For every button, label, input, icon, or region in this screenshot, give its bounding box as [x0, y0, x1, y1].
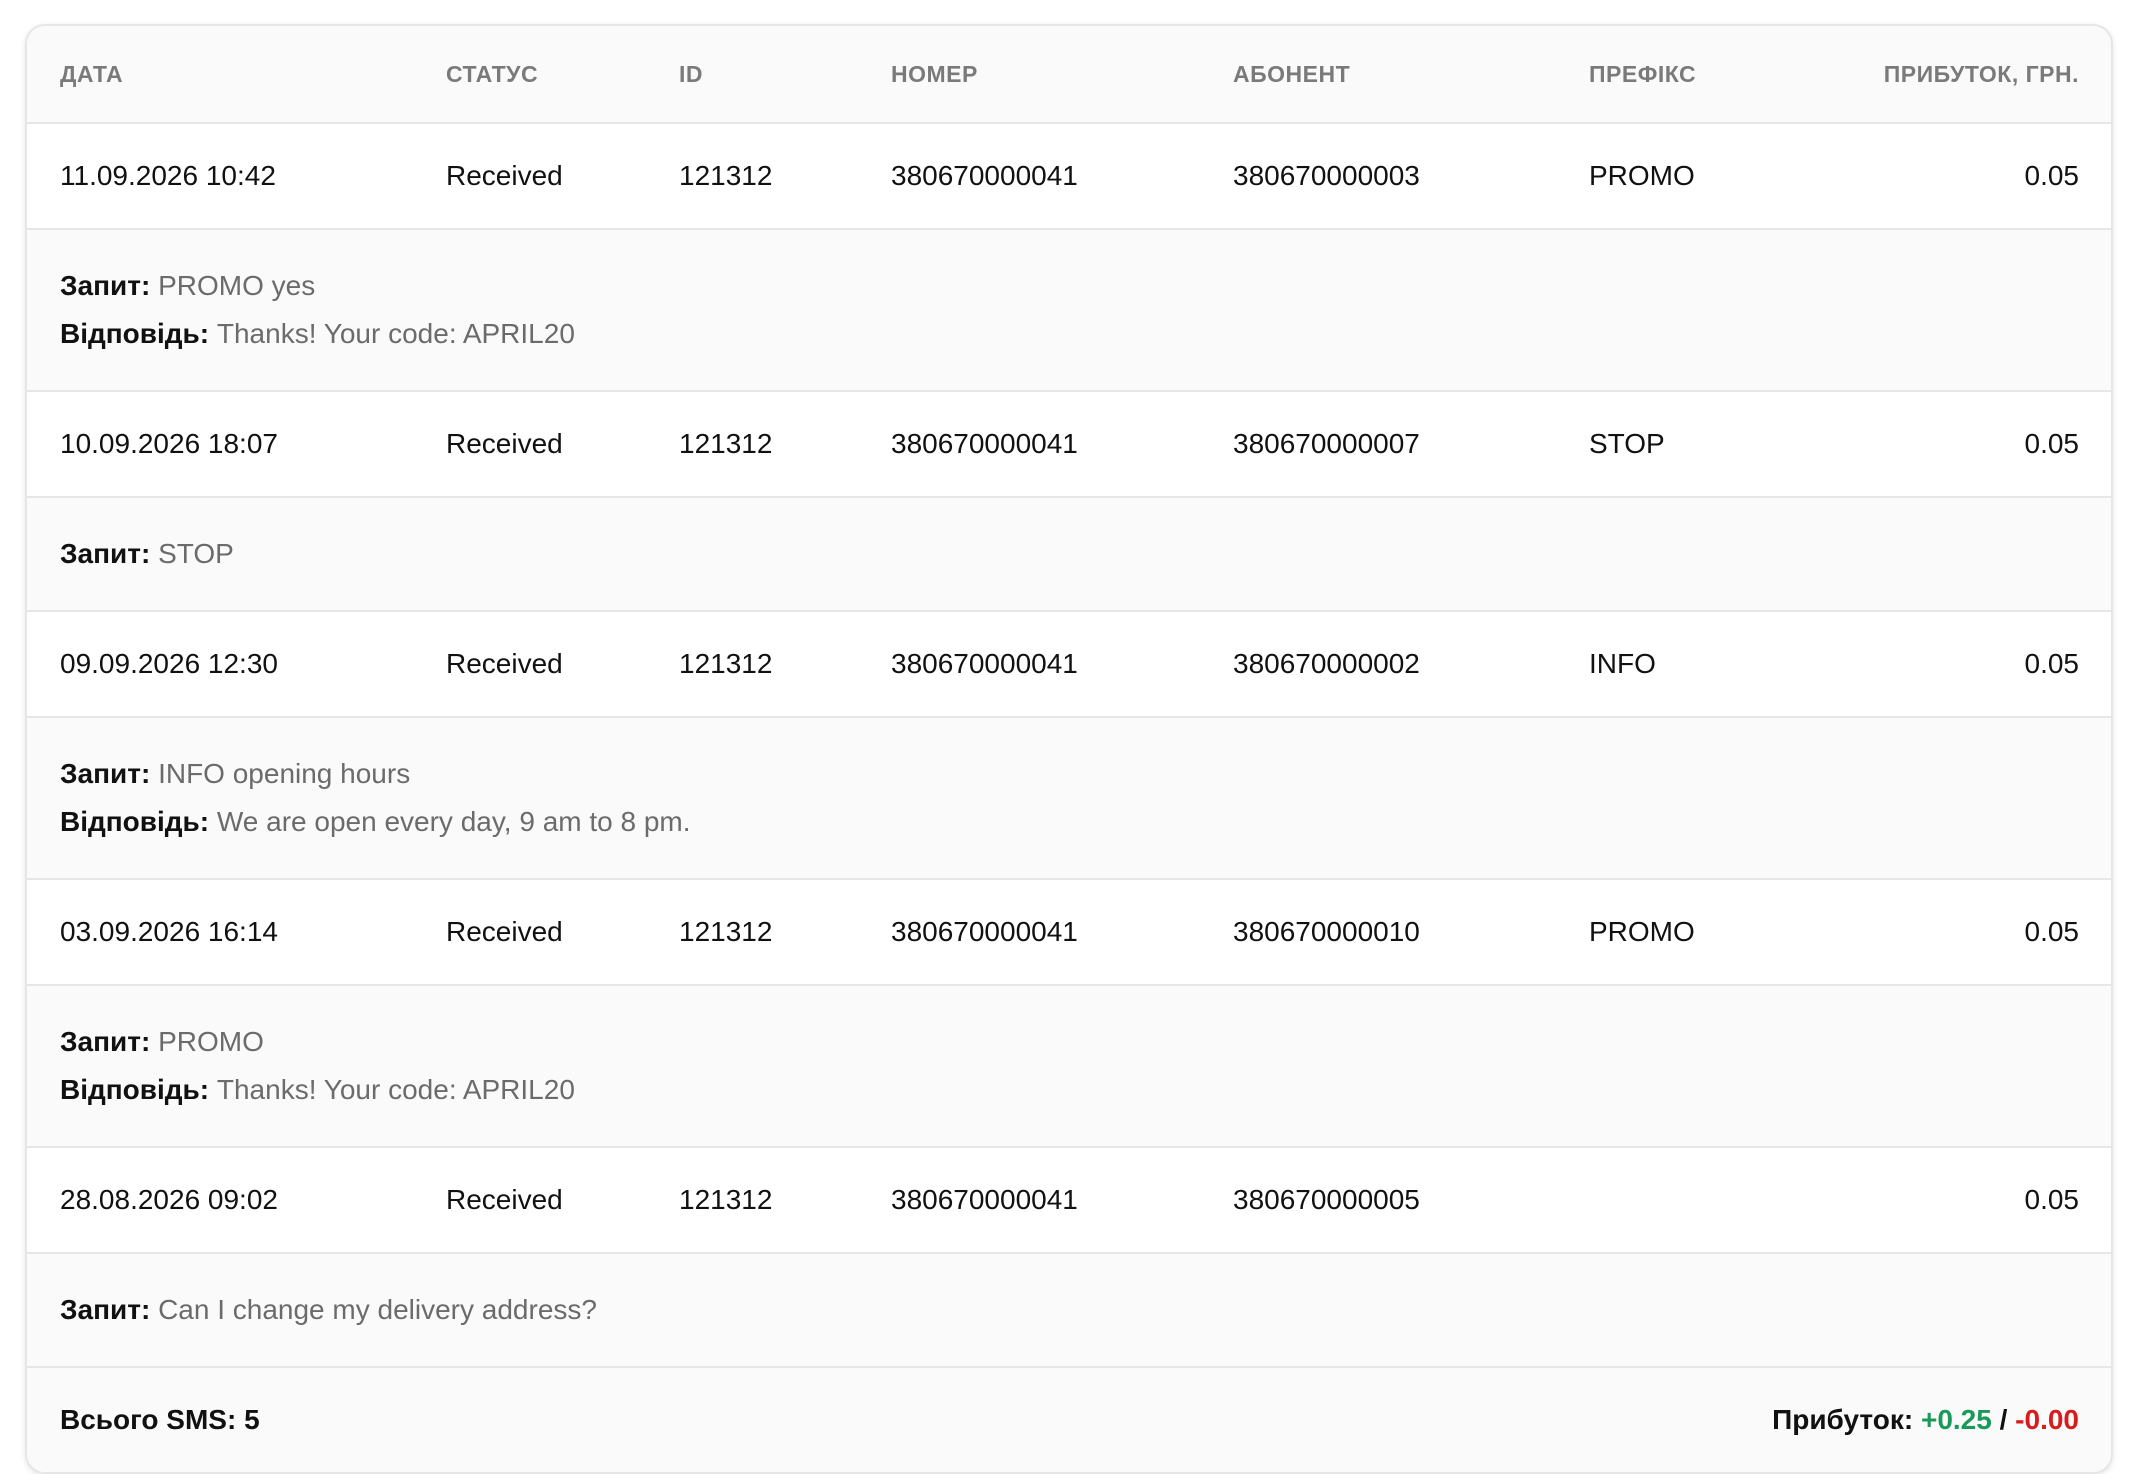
cell-status: Received	[446, 916, 563, 947]
cell-id: 121312	[679, 428, 773, 459]
cell-number: 380670000041	[891, 160, 1078, 191]
column-header-id[interactable]: ID	[679, 61, 891, 88]
response-line-label: Відповідь:	[60, 318, 210, 349]
cell-profit: 0.05	[2024, 1184, 2080, 1215]
table-row[interactable]: 11.09.2026 10:42 Received 121312 3806700000…	[27, 124, 2111, 230]
cell-number: 380670000041	[891, 428, 1078, 459]
request-line-text: PROMO yes	[158, 270, 316, 301]
message-details: Запит: PROMO yes Відповідь: Thanks! Your …	[27, 230, 2111, 392]
cell-subscriber: 380670000002	[1233, 648, 1420, 679]
cell-date: 11.09.2026 10:42	[60, 160, 276, 191]
table-footer: Всього SMS: 5 Прибуток: +0.25 / -0.00	[27, 1368, 2111, 1472]
sms-history-table: ДАТА СТАТУС ID НОМЕР АБОНЕНТ ПРЕФІКС ПРИ…	[25, 24, 2113, 1474]
request-line-label: Запит:	[60, 758, 151, 789]
profit-positive: +0.25	[1920, 1404, 1992, 1435]
request-line-label: Запит:	[60, 538, 151, 569]
cell-number: 380670000041	[891, 916, 1078, 947]
request-line: Запит: PROMO	[60, 1018, 2078, 1066]
cell-status: Received	[446, 160, 563, 191]
request-line-label: Запит:	[60, 1294, 151, 1325]
cell-subscriber: 380670000010	[1233, 916, 1420, 947]
cell-prefix: PROMO	[1589, 160, 1695, 191]
total-sms-count: Всього SMS: 5	[60, 1404, 260, 1435]
profit-separator: /	[1999, 1404, 2008, 1435]
profit-summary: Прибуток: +0.25 / -0.00	[1772, 1404, 2079, 1436]
profit-negative: -0.00	[2015, 1404, 2079, 1435]
response-line-text: Thanks! Your code: APRIL20	[216, 1074, 575, 1105]
cell-number: 380670000041	[891, 648, 1078, 679]
response-line: Відповідь: Thanks! Your code: APRIL20	[60, 310, 2078, 358]
response-line-label: Відповідь:	[60, 806, 210, 837]
request-line-label: Запит:	[60, 1026, 151, 1057]
column-header-subscriber[interactable]: АБОНЕНТ	[1233, 61, 1589, 88]
response-line: Відповідь: We are open every day, 9 am t…	[60, 798, 2078, 846]
cell-date: 09.09.2026 12:30	[60, 648, 278, 679]
table-row[interactable]: 09.09.2026 12:30 Received 121312 3806700000…	[27, 612, 2111, 718]
request-line-text: STOP	[158, 538, 234, 569]
cell-prefix: STOP	[1589, 428, 1665, 459]
cell-subscriber: 380670000007	[1233, 428, 1420, 459]
response-line-label: Відповідь:	[60, 1074, 210, 1105]
request-line-text: PROMO	[158, 1026, 264, 1057]
request-line: Запит: STOP	[60, 530, 2078, 578]
column-header-number[interactable]: НОМЕР	[891, 61, 1233, 88]
request-line-text: Can I change my delivery address?	[158, 1294, 597, 1325]
column-header-profit[interactable]: ПРИБУТОК, ГРН.	[1849, 61, 2111, 88]
column-header-date[interactable]: ДАТА	[27, 61, 446, 88]
table-row[interactable]: 10.09.2026 18:07 Received 121312 3806700000…	[27, 392, 2111, 498]
cell-date: 28.08.2026 09:02	[60, 1184, 278, 1215]
cell-id: 121312	[679, 1184, 773, 1215]
request-line: Запит: Can I change my delivery address?	[60, 1286, 2078, 1334]
cell-status: Received	[446, 428, 563, 459]
request-line: Запит: INFO opening hours	[60, 750, 2078, 798]
cell-profit: 0.05	[2024, 428, 2080, 459]
cell-id: 121312	[679, 160, 773, 191]
message-details: Запит: INFO opening hours Відповідь: We a…	[27, 718, 2111, 880]
message-details: Запит: STOP	[27, 498, 2111, 612]
cell-prefix: PROMO	[1589, 916, 1695, 947]
request-line-text: INFO opening hours	[158, 758, 411, 789]
cell-status: Received	[446, 1184, 563, 1215]
profit-label: Прибуток:	[1772, 1404, 1914, 1435]
column-header-prefix[interactable]: ПРЕФІКС	[1589, 61, 1849, 88]
cell-profit: 0.05	[2024, 160, 2080, 191]
cell-subscriber: 380670000003	[1233, 160, 1420, 191]
table-header: ДАТА СТАТУС ID НОМЕР АБОНЕНТ ПРЕФІКС ПРИ…	[27, 26, 2111, 124]
cell-date: 10.09.2026 18:07	[60, 428, 278, 459]
cell-profit: 0.05	[2024, 648, 2080, 679]
table-row[interactable]: 03.09.2026 16:14 Received 121312 3806700000…	[27, 880, 2111, 986]
table-row[interactable]: 28.08.2026 09:02 Received 121312 3806700000…	[27, 1148, 2111, 1254]
cell-status: Received	[446, 648, 563, 679]
cell-profit: 0.05	[2024, 916, 2080, 947]
cell-subscriber: 380670000005	[1233, 1184, 1420, 1215]
response-line-text: Thanks! Your code: APRIL20	[216, 318, 575, 349]
cell-date: 03.09.2026 16:14	[60, 916, 278, 947]
response-line-text: We are open every day, 9 am to 8 pm.	[216, 806, 691, 837]
message-details: Запит: Can I change my delivery address?	[27, 1254, 2111, 1368]
cell-id: 121312	[679, 916, 773, 947]
response-line: Відповідь: Thanks! Your code: APRIL20	[60, 1066, 2078, 1114]
message-details: Запит: PROMO Відповідь: Thanks! Your code…	[27, 986, 2111, 1148]
table-body: 11.09.2026 10:42 Received 121312 3806700000…	[27, 124, 2111, 1368]
cell-number: 380670000041	[891, 1184, 1078, 1215]
request-line-label: Запит:	[60, 270, 151, 301]
cell-prefix: INFO	[1589, 648, 1656, 679]
cell-id: 121312	[679, 648, 773, 679]
column-header-status[interactable]: СТАТУС	[446, 61, 679, 88]
request-line: Запит: PROMO yes	[60, 262, 2078, 310]
